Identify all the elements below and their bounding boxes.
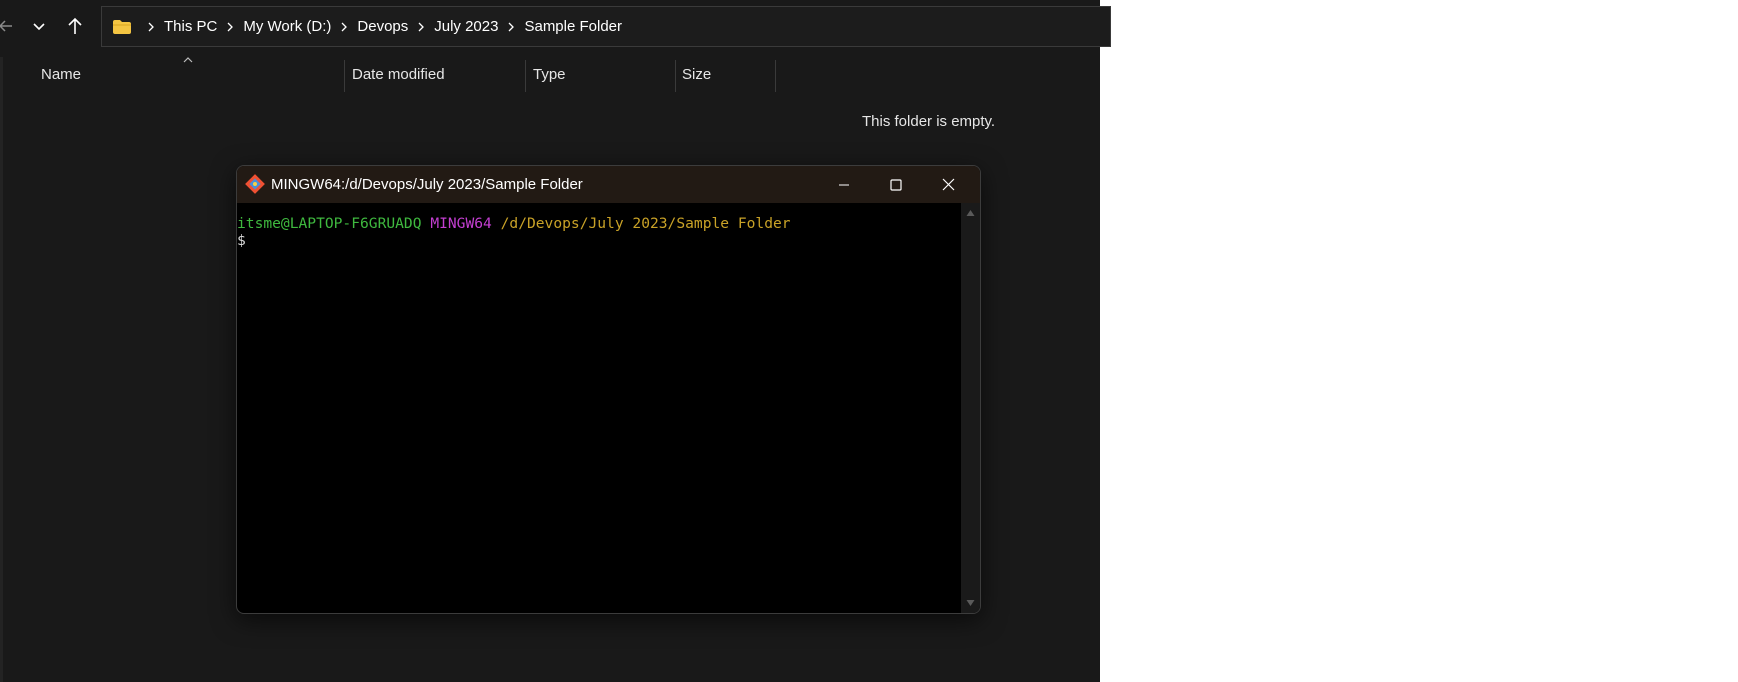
column-header-type[interactable]: Type bbox=[533, 66, 566, 83]
chevron-right-icon bbox=[147, 22, 155, 32]
chevron-down-icon bbox=[33, 23, 45, 31]
breadcrumb-this-pc[interactable]: This PC bbox=[164, 18, 217, 35]
column-divider[interactable] bbox=[775, 60, 776, 92]
empty-folder-message: This folder is empty. bbox=[862, 113, 996, 130]
column-header-size[interactable]: Size bbox=[682, 66, 711, 83]
terminal-titlebar[interactable]: MINGW64:/d/Devops/July 2023/Sample Folde… bbox=[237, 166, 980, 203]
prompt-user-host: itsme@LAPTOP-F6GRUADQ bbox=[237, 215, 422, 232]
chevron-right-icon bbox=[226, 22, 234, 32]
column-divider[interactable] bbox=[675, 60, 676, 92]
prompt-env: MINGW64 bbox=[430, 215, 492, 232]
close-icon bbox=[942, 178, 954, 191]
minimize-button[interactable] bbox=[818, 166, 870, 203]
prompt-line: itsme@LAPTOP-F6GRUADQ MINGW64 /d/Devops/… bbox=[237, 215, 961, 232]
column-divider[interactable] bbox=[525, 60, 526, 92]
column-divider[interactable] bbox=[344, 60, 345, 92]
scroll-up-icon[interactable] bbox=[966, 209, 975, 217]
nav-pane-edge bbox=[0, 57, 3, 682]
column-header-name[interactable]: Name bbox=[41, 66, 81, 83]
input-line[interactable]: $ bbox=[237, 232, 961, 249]
breadcrumb-sample-folder[interactable]: Sample Folder bbox=[524, 18, 622, 35]
git-bash-terminal-window[interactable]: MINGW64:/d/Devops/July 2023/Sample Folde… bbox=[236, 165, 981, 614]
up-button[interactable] bbox=[59, 10, 91, 42]
back-button[interactable] bbox=[0, 10, 22, 42]
terminal-title: MINGW64:/d/Devops/July 2023/Sample Folde… bbox=[271, 176, 583, 193]
close-button[interactable] bbox=[922, 166, 974, 203]
prompt-path: /d/Devops/July 2023/Sample Folder bbox=[500, 215, 791, 232]
breadcrumb-devops[interactable]: Devops bbox=[357, 18, 408, 35]
address-bar[interactable]: This PC My Work (D:) Devops July 2023 Sa… bbox=[101, 6, 1111, 47]
column-header-date-modified[interactable]: Date modified bbox=[352, 66, 445, 83]
minimize-icon bbox=[839, 184, 849, 185]
back-arrow-icon bbox=[0, 20, 12, 32]
chevron-right-icon bbox=[417, 22, 425, 32]
maximize-icon bbox=[890, 178, 902, 191]
up-arrow-icon bbox=[68, 17, 82, 34]
terminal-scrollbar[interactable] bbox=[961, 203, 980, 613]
git-logo-icon bbox=[245, 174, 265, 194]
scroll-down-icon[interactable] bbox=[966, 599, 975, 607]
recent-locations-button[interactable] bbox=[23, 10, 55, 42]
breadcrumb-drive[interactable]: My Work (D:) bbox=[243, 18, 331, 35]
maximize-button[interactable] bbox=[870, 166, 922, 203]
chevron-right-icon bbox=[507, 22, 515, 32]
folder-icon bbox=[113, 19, 131, 34]
chevron-right-icon bbox=[340, 22, 348, 32]
terminal-output[interactable]: itsme@LAPTOP-F6GRUADQ MINGW64 /d/Devops/… bbox=[237, 203, 961, 613]
prompt-symbol: $ bbox=[237, 232, 246, 249]
sort-ascending-icon bbox=[183, 57, 193, 63]
breadcrumb-july-2023[interactable]: July 2023 bbox=[434, 18, 498, 35]
